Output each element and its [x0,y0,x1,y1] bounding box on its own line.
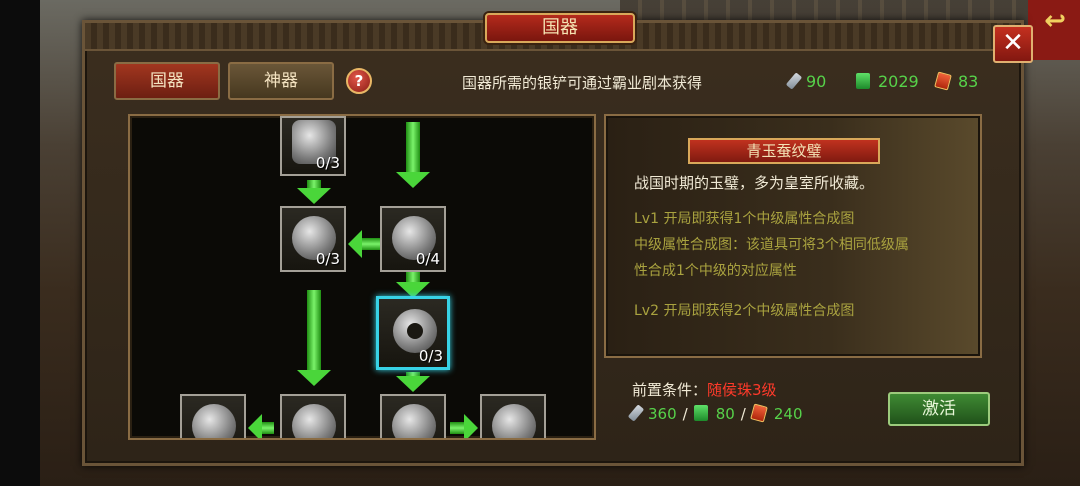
activation-cost: 360 / 80 / 240 [627,403,803,423]
cost-jade: 80 [715,405,735,423]
tree-arrow [297,290,331,386]
help-button[interactable]: ? [346,68,372,94]
node-count: 0/3 [315,154,340,172]
activate-button[interactable]: 激活 [888,392,990,426]
currency-jade: 2029 [856,72,919,91]
cost-token: 240 [773,405,803,423]
detail-line: 中级属性合成图：该道具可将3个相同低级属 [634,237,909,253]
jade-icon [856,73,870,89]
node-count: 0/3 [315,250,340,268]
tree-arrow [297,180,331,204]
currency-token-value: 83 [958,72,979,91]
tab-shenqi[interactable]: 神器 [228,62,334,100]
red-token-icon [750,403,768,423]
artifact-node[interactable]: 0/4 [380,206,446,272]
detail-line: 性合成1个中级的对应属性 [634,263,797,279]
node-count: 0/3 [418,347,443,365]
tab-guoqi[interactable]: 国器 [114,62,220,100]
currency-jade-value: 2029 [878,72,919,91]
artifact-node[interactable]: 0/3 [280,116,346,176]
artifact-tree: 0/3 0/3 0/4 0/3 [128,114,596,440]
artifact-node[interactable] [180,394,246,438]
panel-title: 国器 [485,13,635,43]
close-button[interactable]: ✕ [993,25,1033,63]
artifact-node[interactable] [380,394,446,438]
detail-line: Lv2 开局即获得2个中级属性合成图 [634,303,855,319]
tree-arrow [348,230,380,258]
tree-arrow [396,272,430,298]
info-text: 国器所需的银铲可通过霸业剧本获得 [462,74,703,92]
currency-shovel-value: 90 [806,72,827,91]
artifact-node[interactable] [480,394,546,438]
detail-line: Lv1 开局即获得1个中级属性合成图 [634,211,855,227]
jade-icon [693,405,708,421]
jade-dragon-icon [192,404,236,438]
prerequisite: 前置条件：随侯珠3级 [632,379,777,400]
artifact-detail: 青玉蚕纹璧 战国时期的玉璧，多为皇室所收藏。 Lv1 开局即获得1个中级属性合成… [604,114,982,358]
currency-shovel: 90 [785,72,827,91]
cost-separator: / [740,405,746,423]
tree-arrow [450,414,478,438]
node-count: 0/4 [415,250,440,268]
artifact-node[interactable] [280,394,346,438]
tree-arrow [396,122,430,188]
cost-shovel: 360 [648,405,677,423]
tree-arrow [248,414,274,438]
detail-description: 战国时期的玉璧，多为皇室所收藏。 [634,174,875,192]
red-token-icon [934,71,952,91]
prerequisite-label: 前置条件： [632,381,708,399]
detail-title: 青玉蚕纹璧 [688,138,880,164]
prerequisite-value: 随侯珠3级 [707,381,777,399]
carved-disc-icon [492,404,536,438]
artifact-node[interactable]: 0/3 [280,206,346,272]
cost-separator: / [682,405,688,423]
bronze-plate-icon [292,404,336,438]
hourglass-icon [392,404,436,438]
currency-token: 83 [934,71,979,91]
artifact-node-selected[interactable]: 0/3 [376,296,450,370]
left-border [0,0,40,486]
back-arrow-icon: ↩ [1044,6,1066,36]
tree-arrow [396,372,430,392]
